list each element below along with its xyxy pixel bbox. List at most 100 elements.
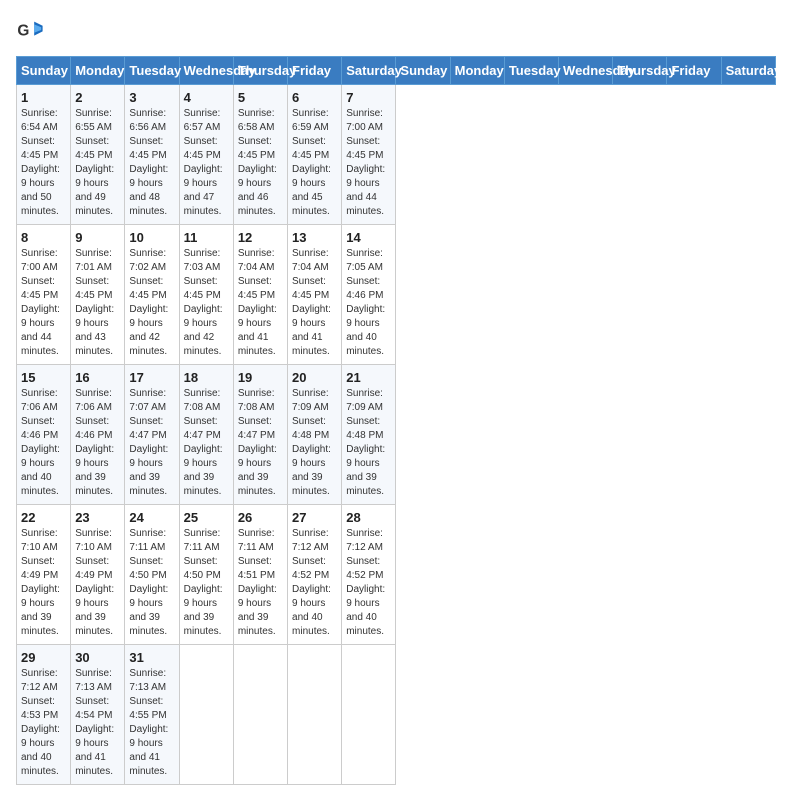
calendar-cell: 16 Sunrise: 7:06 AMSunset: 4:46 PMDayligh… <box>71 365 125 505</box>
calendar-cell: 28 Sunrise: 7:12 AMSunset: 4:52 PMDayligh… <box>342 505 396 645</box>
calendar-cell: 15 Sunrise: 7:06 AMSunset: 4:46 PMDayligh… <box>17 365 71 505</box>
day-number: 15 <box>21 370 66 385</box>
day-info: Sunrise: 7:04 AMSunset: 4:45 PMDaylight:… <box>292 247 337 359</box>
calendar-cell: 25 Sunrise: 7:11 AMSunset: 4:50 PMDayligh… <box>179 505 233 645</box>
day-info: Sunrise: 6:56 AMSunset: 4:45 PMDaylight:… <box>129 107 174 219</box>
calendar-cell: 21 Sunrise: 7:09 AMSunset: 4:48 PMDayligh… <box>342 365 396 505</box>
day-number: 23 <box>75 510 120 525</box>
day-info: Sunrise: 7:03 AMSunset: 4:45 PMDaylight:… <box>184 247 229 359</box>
calendar-cell: 12Sunrise: 7:04 AMSunset: 4:45 PMDayligh… <box>233 225 287 365</box>
calendar-cell: 11 Sunrise: 7:03 AMSunset: 4:45 PMDayligh… <box>179 225 233 365</box>
day-number: 31 <box>129 650 174 665</box>
calendar-week-row: 15 Sunrise: 7:06 AMSunset: 4:46 PMDayligh… <box>17 365 776 505</box>
day-number: 18 <box>184 370 229 385</box>
day-info: Sunrise: 7:12 AMSunset: 4:52 PMDaylight:… <box>292 527 337 639</box>
day-info: Sunrise: 7:11 AMSunset: 4:51 PMDaylight:… <box>238 527 283 639</box>
logo: G <box>16 16 48 44</box>
day-number: 3 <box>129 90 174 105</box>
day-number: 11 <box>184 230 229 245</box>
col-header-wednesday: Wednesday <box>559 57 613 85</box>
calendar-cell: 26 Sunrise: 7:11 AMSunset: 4:51 PMDayligh… <box>233 505 287 645</box>
day-number: 9 <box>75 230 120 245</box>
calendar-cell: 10 Sunrise: 7:02 AMSunset: 4:45 PMDayligh… <box>125 225 179 365</box>
day-number: 16 <box>75 370 120 385</box>
calendar-table: SundayMondayTuesdayWednesdayThursdayFrid… <box>16 56 776 785</box>
day-info: Sunrise: 7:10 AMSunset: 4:49 PMDaylight:… <box>21 527 66 639</box>
calendar-cell: 3 Sunrise: 6:56 AMSunset: 4:45 PMDaylight… <box>125 85 179 225</box>
col-header-sunday: Sunday <box>396 57 450 85</box>
calendar-week-row: 29 Sunrise: 7:12 AMSunset: 4:53 PMDayligh… <box>17 645 776 785</box>
day-info: Sunrise: 7:05 AMSunset: 4:46 PMDaylight:… <box>346 247 391 359</box>
calendar-week-row: 8 Sunrise: 7:00 AMSunset: 4:45 PMDaylight… <box>17 225 776 365</box>
header-sunday: Sunday <box>17 57 71 85</box>
day-number: 2 <box>75 90 120 105</box>
day-number: 14 <box>346 230 391 245</box>
day-number: 26 <box>238 510 283 525</box>
calendar-cell: 18 Sunrise: 7:08 AMSunset: 4:47 PMDayligh… <box>179 365 233 505</box>
day-info: Sunrise: 7:00 AMSunset: 4:45 PMDaylight:… <box>21 247 66 359</box>
calendar-cell: 2Sunrise: 6:55 AMSunset: 4:45 PMDaylight… <box>71 85 125 225</box>
day-info: Sunrise: 7:00 AMSunset: 4:45 PMDaylight:… <box>346 107 391 219</box>
logo-icon: G <box>16 16 44 44</box>
col-header-monday: Monday <box>450 57 504 85</box>
calendar-cell <box>342 645 396 785</box>
day-info: Sunrise: 6:57 AMSunset: 4:45 PMDaylight:… <box>184 107 229 219</box>
day-info: Sunrise: 7:12 AMSunset: 4:52 PMDaylight:… <box>346 527 391 639</box>
day-info: Sunrise: 7:02 AMSunset: 4:45 PMDaylight:… <box>129 247 174 359</box>
svg-text:G: G <box>17 23 29 40</box>
calendar-cell: 6Sunrise: 6:59 AMSunset: 4:45 PMDaylight… <box>288 85 342 225</box>
calendar-cell: 27 Sunrise: 7:12 AMSunset: 4:52 PMDayligh… <box>288 505 342 645</box>
calendar-cell: 5Sunrise: 6:58 AMSunset: 4:45 PMDaylight… <box>233 85 287 225</box>
day-number: 17 <box>129 370 174 385</box>
day-info: Sunrise: 7:09 AMSunset: 4:48 PMDaylight:… <box>292 387 337 499</box>
day-info: Sunrise: 7:11 AMSunset: 4:50 PMDaylight:… <box>184 527 229 639</box>
header-monday: Monday <box>71 57 125 85</box>
calendar-cell: 9 Sunrise: 7:01 AMSunset: 4:45 PMDaylight… <box>71 225 125 365</box>
day-number: 27 <box>292 510 337 525</box>
day-number: 20 <box>292 370 337 385</box>
calendar-cell: 30 Sunrise: 7:13 AMSunset: 4:54 PMDayligh… <box>71 645 125 785</box>
day-number: 25 <box>184 510 229 525</box>
day-number: 24 <box>129 510 174 525</box>
day-number: 29 <box>21 650 66 665</box>
day-info: Sunrise: 7:12 AMSunset: 4:53 PMDaylight:… <box>21 667 66 779</box>
calendar-cell: 24 Sunrise: 7:11 AMSunset: 4:50 PMDayligh… <box>125 505 179 645</box>
calendar-cell: 22Sunrise: 7:10 AMSunset: 4:49 PMDayligh… <box>17 505 71 645</box>
header-saturday: Saturday <box>342 57 396 85</box>
day-info: Sunrise: 7:13 AMSunset: 4:55 PMDaylight:… <box>129 667 174 779</box>
day-number: 10 <box>129 230 174 245</box>
day-info: Sunrise: 7:01 AMSunset: 4:45 PMDaylight:… <box>75 247 120 359</box>
day-number: 30 <box>75 650 120 665</box>
calendar-cell: 4 Sunrise: 6:57 AMSunset: 4:45 PMDaylight… <box>179 85 233 225</box>
day-number: 1 <box>21 90 66 105</box>
calendar-cell: 13 Sunrise: 7:04 AMSunset: 4:45 PMDayligh… <box>288 225 342 365</box>
day-info: Sunrise: 7:09 AMSunset: 4:48 PMDaylight:… <box>346 387 391 499</box>
day-info: Sunrise: 7:13 AMSunset: 4:54 PMDaylight:… <box>75 667 120 779</box>
day-info: Sunrise: 7:06 AMSunset: 4:46 PMDaylight:… <box>21 387 66 499</box>
calendar-cell: 8 Sunrise: 7:00 AMSunset: 4:45 PMDaylight… <box>17 225 71 365</box>
day-info: Sunrise: 7:06 AMSunset: 4:46 PMDaylight:… <box>75 387 120 499</box>
calendar-cell: 23 Sunrise: 7:10 AMSunset: 4:49 PMDayligh… <box>71 505 125 645</box>
day-number: 7 <box>346 90 391 105</box>
calendar-week-row: 22Sunrise: 7:10 AMSunset: 4:49 PMDayligh… <box>17 505 776 645</box>
header-wednesday: Wednesday <box>179 57 233 85</box>
day-number: 4 <box>184 90 229 105</box>
day-number: 21 <box>346 370 391 385</box>
day-number: 8 <box>21 230 66 245</box>
day-number: 28 <box>346 510 391 525</box>
day-info: Sunrise: 7:04 AMSunset: 4:45 PMDaylight:… <box>238 247 283 359</box>
calendar-cell: 31 Sunrise: 7:13 AMSunset: 4:55 PMDayligh… <box>125 645 179 785</box>
calendar-week-row: 1Sunrise: 6:54 AMSunset: 4:45 PMDaylight… <box>17 85 776 225</box>
calendar-cell: 1Sunrise: 6:54 AMSunset: 4:45 PMDaylight… <box>17 85 71 225</box>
calendar-cell: 20 Sunrise: 7:09 AMSunset: 4:48 PMDayligh… <box>288 365 342 505</box>
day-info: Sunrise: 7:08 AMSunset: 4:47 PMDaylight:… <box>184 387 229 499</box>
day-info: Sunrise: 7:08 AMSunset: 4:47 PMDaylight:… <box>238 387 283 499</box>
day-number: 13 <box>292 230 337 245</box>
header-friday: Friday <box>288 57 342 85</box>
day-info: Sunrise: 7:11 AMSunset: 4:50 PMDaylight:… <box>129 527 174 639</box>
col-header-tuesday: Tuesday <box>504 57 558 85</box>
day-info: Sunrise: 7:10 AMSunset: 4:49 PMDaylight:… <box>75 527 120 639</box>
col-header-friday: Friday <box>667 57 721 85</box>
calendar-cell <box>288 645 342 785</box>
calendar-cell: 17Sunrise: 7:07 AMSunset: 4:47 PMDayligh… <box>125 365 179 505</box>
